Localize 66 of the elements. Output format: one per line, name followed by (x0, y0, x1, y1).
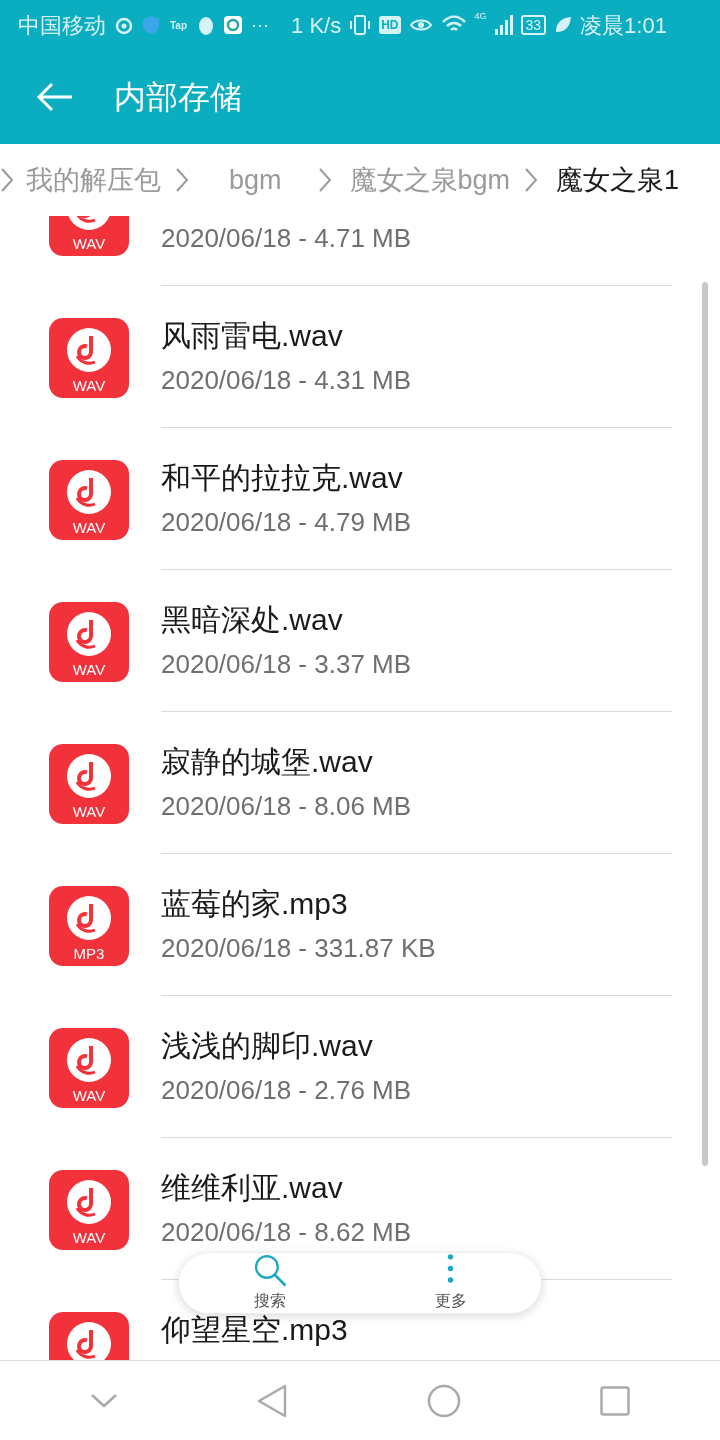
file-type-label: MP3 (73, 946, 105, 961)
music-disc-icon (67, 754, 111, 798)
file-row[interactable]: MP3 蓝莓的家.mp3 2020/06/18 - 331.87 KB (0, 854, 720, 996)
file-details: 2020/06/18 - 2.76 MB (161, 1074, 413, 1106)
leaf-icon (554, 16, 573, 34)
toolbar-button[interactable]: 更多 (390, 1253, 511, 1313)
file-row[interactable]: WAV 浅浅的脚印.wav 2020/06/18 - 2.76 MB (0, 996, 720, 1138)
file-name: 黑暗深处.wav (161, 602, 344, 638)
chevron-right-icon (0, 167, 14, 193)
file-details: 2020/06/18 - 4.71 MB (161, 222, 413, 254)
file-row[interactable]: WAV 和平的拉拉克.wav 2020/06/18 - 4.79 MB (0, 428, 720, 570)
file-row[interactable]: WAV 寂静的城堡.wav 2020/06/18 - 8.06 MB (0, 712, 720, 854)
toolbar-button[interactable]: 搜索 (209, 1253, 330, 1313)
music-disc-icon (67, 328, 111, 372)
file-type-label: WAV (72, 520, 106, 535)
music-disc-icon (67, 1038, 111, 1082)
app-notification-icon (114, 15, 134, 35)
header-title: 内部存储 (114, 78, 242, 117)
file-details: 2020/06/18 - 8.06 MB (161, 790, 413, 822)
chevron-right-icon (175, 167, 189, 193)
home-icon[interactable] (426, 1383, 461, 1418)
music-disc-icon (67, 896, 111, 940)
file-name: 寂静的城堡.wav (161, 744, 374, 780)
file-details: 2020/06/18 - 4.31 MB (161, 364, 413, 396)
shield-icon (142, 15, 160, 35)
back-icon[interactable] (257, 1383, 288, 1418)
search-icon (252, 1253, 287, 1287)
network-speed: 1 K/s (291, 11, 342, 40)
file-name: 维维利亚.wav (161, 1170, 344, 1206)
file-name: 蓝莓的家.mp3 (161, 886, 349, 922)
file-row[interactable]: WAV 风雨雷电.wav 2020/06/18 - 4.31 MB (0, 286, 720, 428)
file-details: 2020/06/18 - 331.87 KB (161, 932, 437, 964)
file-details: 2020/06/18 - 8.62 MB (161, 1216, 413, 1248)
music-disc-icon (67, 612, 111, 656)
file-name: 和平的拉拉克.wav (161, 460, 404, 496)
carrier-name: 中国移动 (18, 11, 106, 40)
file-type-label: WAV (72, 236, 106, 251)
file-name: 风雨雷电.wav (161, 318, 344, 354)
file-type-label: WAV (72, 662, 106, 677)
music-disc-icon (67, 470, 111, 514)
file-name: 仰望星空.mp3 (161, 1312, 349, 1348)
file-type-label: WAV (72, 378, 106, 393)
signal-icon (494, 15, 513, 35)
network-type: 4G (474, 10, 487, 23)
file-details: 2020/06/18 - 3.37 MB (161, 648, 413, 680)
file-type-label: WAV (72, 804, 106, 819)
file-row[interactable]: WAV 2020/06/18 - 4.71 MB (0, 216, 720, 286)
music-disc-icon (67, 1180, 111, 1224)
tap-app-icon: Tap (168, 17, 190, 33)
hd-badge: HD (379, 16, 401, 34)
chevron-right-icon (524, 167, 539, 193)
chevron-right-icon (317, 167, 332, 193)
file-details: 2020/06/18 - 4.79 MB (161, 506, 413, 538)
recent-apps-icon[interactable] (600, 1385, 631, 1416)
vibrate-icon (349, 14, 372, 36)
battery-indicator: 33 (520, 15, 547, 35)
app-notification-icon (223, 15, 244, 35)
file-name: 浅浅的脚印.wav (161, 1028, 374, 1064)
back-arrow-icon[interactable] (36, 82, 74, 112)
file-row[interactable]: WAV 黑暗深处.wav 2020/06/18 - 3.37 MB (0, 570, 720, 712)
clock: 凌晨1:01 (580, 11, 667, 40)
file-type-label: WAV (72, 1088, 106, 1103)
file-type-label: WAV (72, 1230, 106, 1245)
breadcrumb-item[interactable]: 魔女之泉1 (556, 159, 680, 201)
more-notifications: ··· (251, 13, 270, 37)
chevron-down-icon[interactable] (89, 1392, 118, 1409)
